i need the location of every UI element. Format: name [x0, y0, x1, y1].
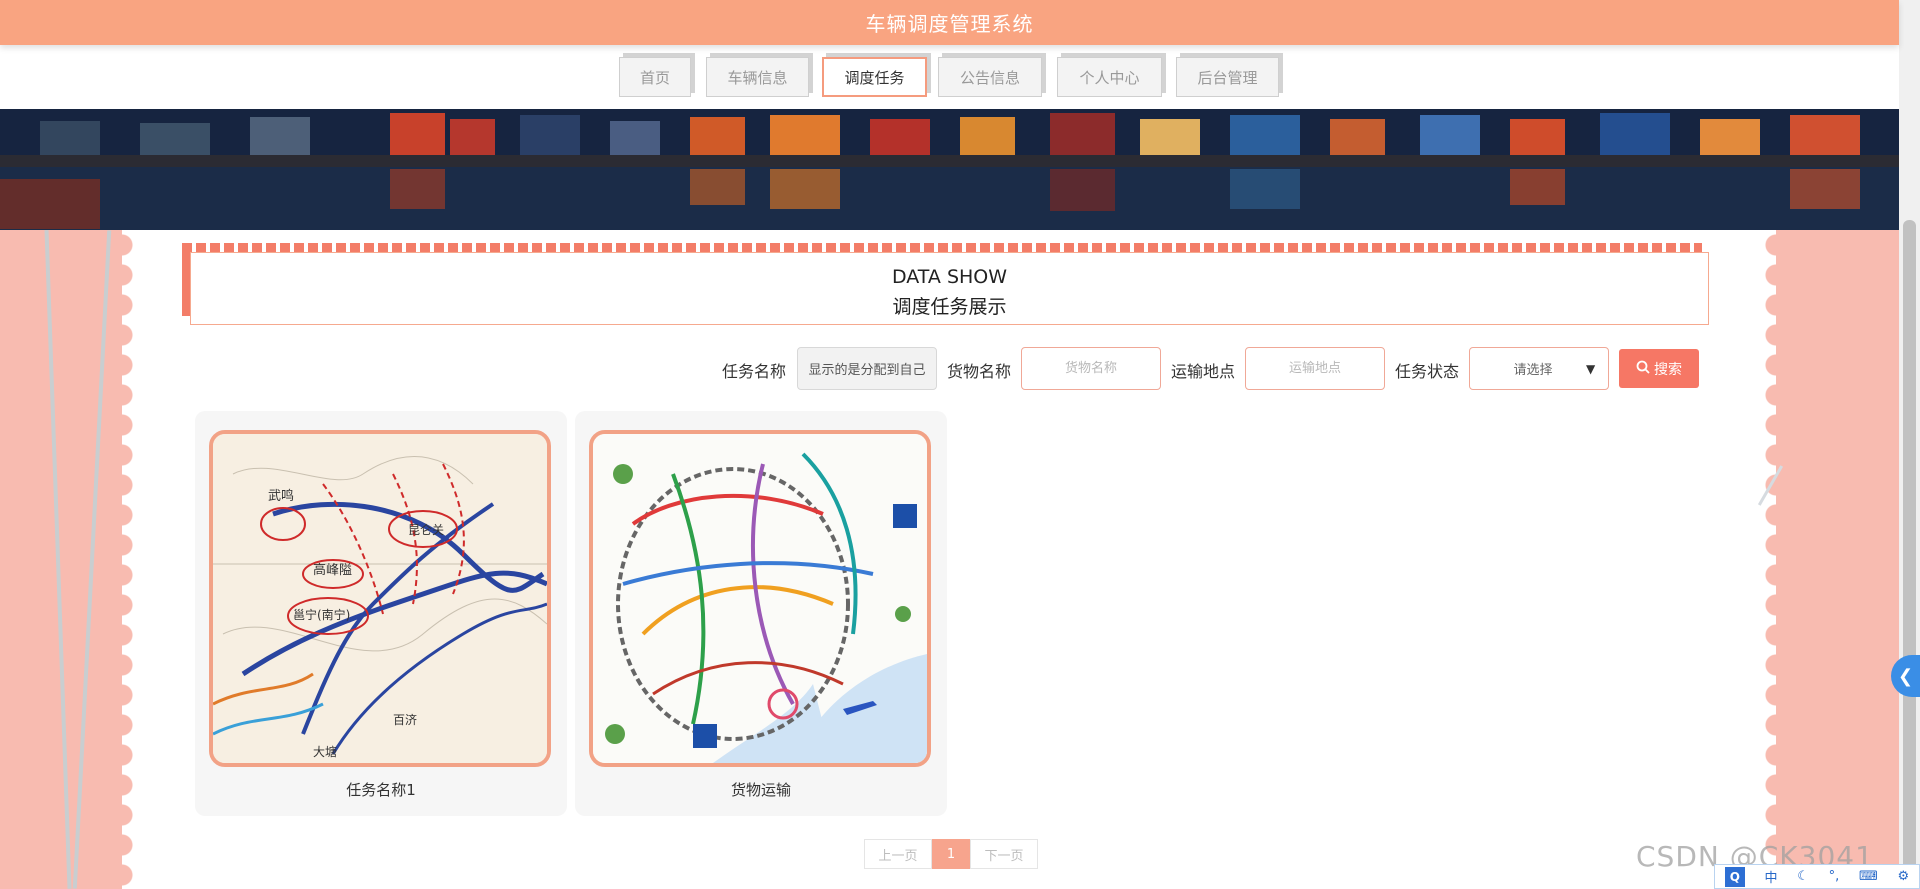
- nav-dispatch-task[interactable]: 调度任务: [822, 57, 927, 97]
- scallop-edge-right: [1748, 230, 1776, 889]
- task-name-label: 任务名称: [722, 362, 787, 381]
- ime-language-toggle[interactable]: 中: [1765, 867, 1778, 886]
- map-city-label: 武鸣: [268, 488, 294, 504]
- ime-logo-icon: Q: [1724, 866, 1745, 887]
- next-page-button[interactable]: 下一页: [970, 839, 1038, 869]
- map-city-label: 邕宁(南宁): [293, 607, 350, 622]
- task-card-title[interactable]: 任务名称1: [195, 779, 567, 800]
- search-icon: [1636, 360, 1650, 378]
- task-card-image[interactable]: [589, 430, 931, 767]
- title-accent-bar: [182, 243, 190, 316]
- search-button-label: 搜索: [1654, 361, 1682, 378]
- task-card[interactable]: 武鸣 高峰隘 邕宁(南宁) 昆仑关 百济 大塘 任务名称1: [195, 411, 567, 816]
- main-nav: 首页 车辆信息 调度任务 公告信息 个人中心 后台管理: [0, 45, 1899, 109]
- goods-name-input[interactable]: [1021, 347, 1161, 390]
- task-name-input[interactable]: [797, 347, 937, 390]
- chevron-down-icon: ▼: [1586, 361, 1596, 376]
- task-card-image[interactable]: 武鸣 高峰隘 邕宁(南宁) 昆仑关 百济 大塘: [209, 430, 551, 767]
- keyboard-icon[interactable]: ⌨: [1859, 869, 1878, 884]
- location-input[interactable]: [1245, 347, 1385, 390]
- nav-announcements[interactable]: 公告信息: [938, 57, 1042, 97]
- chevron-left-icon: ❮: [1897, 665, 1914, 687]
- banner-image: [0, 109, 1899, 230]
- map-city-label: 高峰隘: [313, 562, 352, 578]
- task-card[interactable]: 货物运输: [575, 411, 947, 816]
- status-select-value: 请选择: [1513, 363, 1553, 378]
- scrollbar-thumb[interactable]: [1903, 220, 1916, 889]
- moon-icon[interactable]: ☾: [1797, 869, 1809, 884]
- pagination: 上一页 1 下一页: [864, 839, 1038, 869]
- section-title-cn: 调度任务展示: [892, 296, 1007, 318]
- page-number-button[interactable]: 1: [932, 839, 970, 869]
- nav-personal-center[interactable]: 个人中心: [1057, 57, 1162, 97]
- search-button[interactable]: 搜索: [1619, 349, 1699, 388]
- nav-vehicle-info[interactable]: 车辆信息: [706, 57, 809, 97]
- map-city-label: 大塘: [313, 744, 337, 759]
- map-city-label: 百济: [393, 712, 417, 727]
- page-scrollbar[interactable]: [1899, 0, 1920, 889]
- curtain-right: [1760, 230, 1900, 889]
- hero-banner: [0, 109, 1899, 230]
- location-label: 运输地点: [1171, 362, 1236, 381]
- nav-home[interactable]: 首页: [619, 57, 691, 97]
- nav-admin[interactable]: 后台管理: [1176, 57, 1279, 97]
- app-title: 车辆调度管理系统: [865, 12, 1034, 36]
- section-title-en: DATA SHOW: [891, 266, 1008, 288]
- battle-map-image: 武鸣 高峰隘 邕宁(南宁) 昆仑关 百济 大塘: [213, 434, 547, 763]
- transit-map-image: [593, 434, 927, 763]
- settings-icon[interactable]: ⚙: [1897, 869, 1909, 884]
- status-select[interactable]: 请选择 ▼: [1469, 347, 1609, 390]
- status-label: 任务状态: [1395, 362, 1460, 381]
- task-card-title[interactable]: 货物运输: [575, 779, 947, 800]
- ime-toolbar[interactable]: Q 中 ☾ °, ⌨ ⚙: [1714, 864, 1920, 889]
- scallop-edge-left: [122, 230, 150, 889]
- app-header: 车辆调度管理系统: [0, 0, 1899, 45]
- map-city-label: 昆仑关: [408, 523, 444, 537]
- punctuation-icon[interactable]: °,: [1829, 869, 1840, 884]
- goods-name-label: 货物名称: [947, 362, 1012, 381]
- curtain-left: [0, 230, 140, 889]
- prev-page-button[interactable]: 上一页: [864, 839, 932, 869]
